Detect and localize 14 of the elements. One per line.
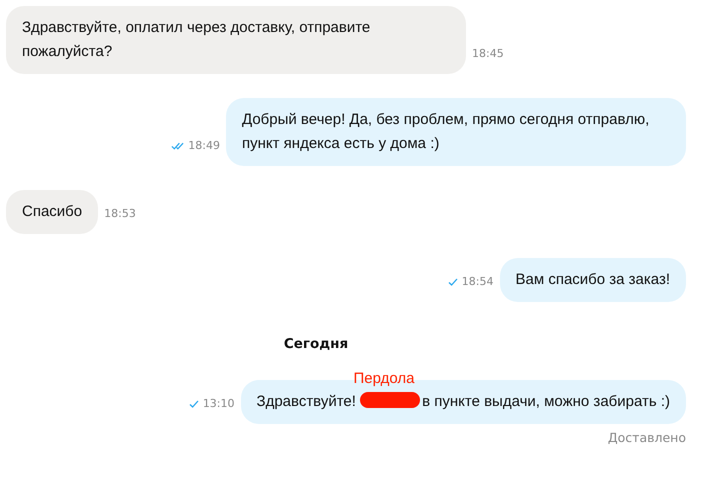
delivery-status: Доставлено (606, 430, 686, 445)
date-separator: Сегодня (282, 335, 350, 354)
message-time: 18:49 (188, 139, 220, 152)
message-time: 18:53 (104, 207, 136, 220)
message-text: Спасибо (22, 203, 82, 220)
message-text: Вам спасибо за заказ! (516, 271, 670, 288)
message-time: 18:54 (462, 275, 494, 288)
message-text: Здравствуйте, оплатил через доставку, отправите пожалуйста? (22, 19, 370, 60)
message-text: Здравствуйте! (256, 393, 356, 410)
message-time: 13:10 (202, 397, 235, 410)
message-text: Добрый вечер! Да, без проблем, прямо сегодня отправлю, пункт яндекса есть у дома :) (242, 111, 650, 152)
message-time: 18:45 (472, 47, 504, 60)
message-text: в пункте выдачи, можно забирать :) (422, 393, 670, 410)
annotation-label: Пердола (354, 370, 414, 388)
